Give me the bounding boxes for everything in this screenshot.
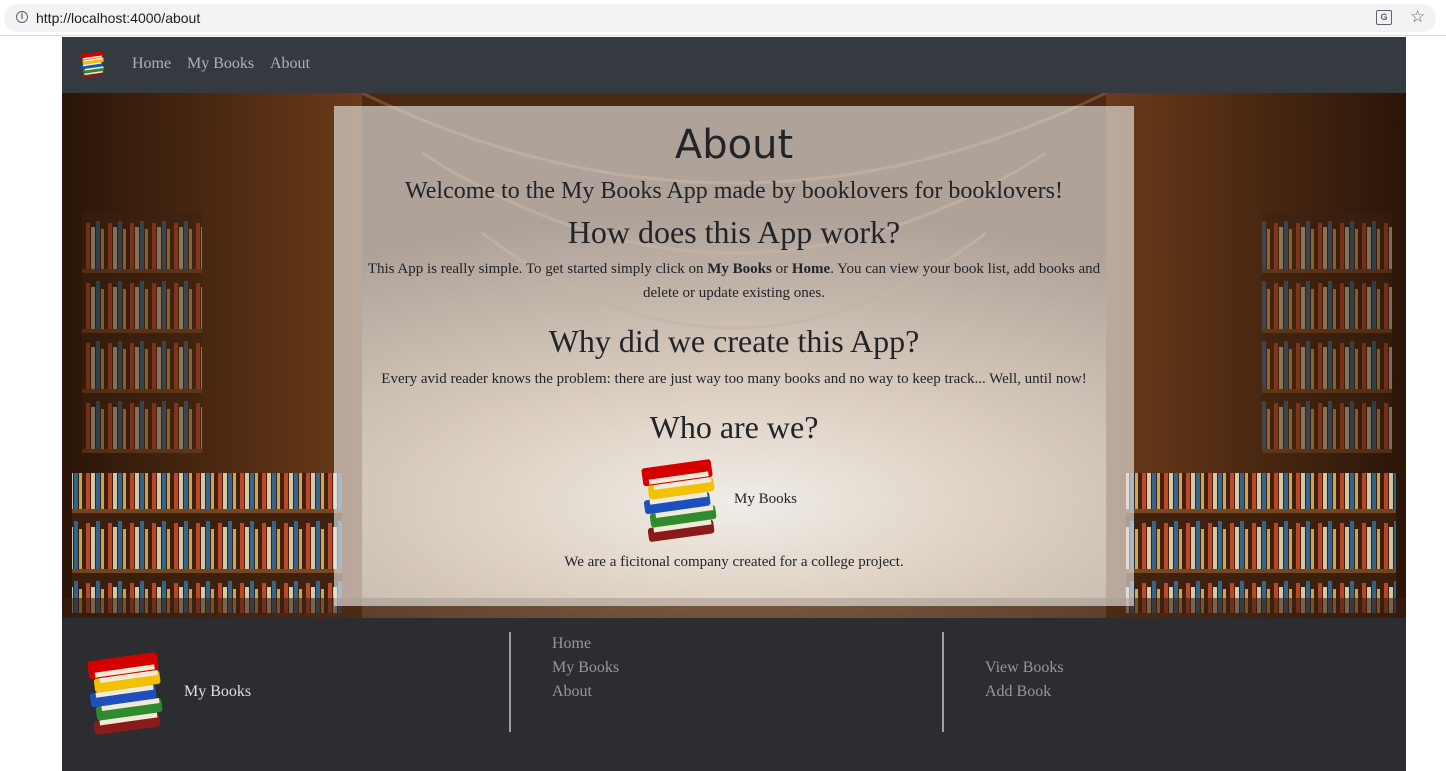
who-brand-name: My Books — [734, 491, 797, 507]
footer-link-view-books[interactable]: View Books — [985, 659, 1064, 677]
footer-link-my-books[interactable]: My Books — [552, 659, 619, 677]
hero-section: About Welcome to the My Books App made b… — [62, 93, 1406, 618]
navbar: Home My Books About — [62, 37, 1406, 93]
books-stack-icon — [87, 652, 163, 735]
how-text-2: or — [771, 261, 792, 277]
browser-toolbar: i http://localhost:4000/about G ☆ — [0, 0, 1446, 36]
info-icon[interactable]: i — [16, 11, 28, 23]
page-title: About — [674, 122, 794, 168]
how-bold-home: Home — [791, 261, 831, 277]
footer-link-about[interactable]: About — [552, 683, 592, 701]
welcome-text: Welcome to the My Books App made by book… — [405, 178, 1063, 204]
about-panel: About Welcome to the My Books App made b… — [334, 106, 1134, 606]
nav-link-about[interactable]: About — [270, 55, 310, 73]
how-text-1: This App is really simple. To get starte… — [367, 261, 708, 277]
books-stack-icon — [641, 459, 717, 542]
who-paragraph: We are a ficitonal company created for a… — [564, 554, 904, 570]
nav-link-home[interactable]: Home — [132, 55, 171, 73]
who-heading: Who are we? — [649, 409, 819, 445]
footer-link-add-book[interactable]: Add Book — [985, 683, 1051, 701]
who-brand-block: My Books — [634, 451, 834, 551]
star-icon[interactable]: ☆ — [1410, 7, 1425, 27]
how-heading: How does this App work? — [567, 214, 901, 250]
footer-link-home[interactable]: Home — [552, 635, 591, 653]
app-root: Home My Books About About Welcome to the… — [62, 37, 1406, 771]
footer: My Books Home My Books About View Books … — [62, 618, 1406, 771]
books-stack-icon[interactable] — [78, 49, 110, 81]
footer-divider — [942, 632, 944, 732]
footer-divider — [509, 632, 511, 732]
address-bar[interactable]: i http://localhost:4000/about G ☆ — [4, 4, 1436, 32]
footer-brand: My Books — [184, 683, 252, 700]
how-paragraph: This App is really simple. To get starte… — [354, 257, 1114, 305]
why-heading: Why did we create this App? — [548, 323, 920, 359]
translate-icon[interactable]: G — [1376, 10, 1392, 25]
url-text[interactable]: http://localhost:4000/about — [36, 10, 200, 26]
nav-link-my-books[interactable]: My Books — [187, 55, 254, 73]
how-bold-my-books: My Books — [707, 261, 772, 277]
why-paragraph: Every avid reader knows the problem: the… — [381, 371, 1087, 387]
